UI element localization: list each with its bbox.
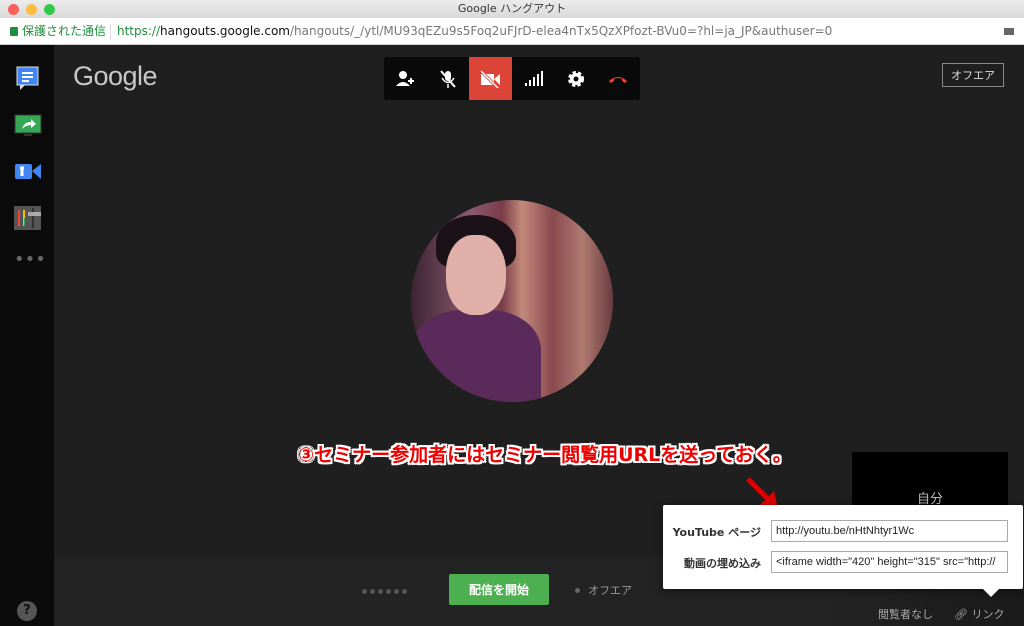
youtube-url-field[interactable] <box>771 520 1008 542</box>
mute-mic-button[interactable] <box>427 57 470 100</box>
google-logo: Google <box>73 61 158 91</box>
mic-off-icon <box>440 69 456 88</box>
embed-row: 動画の埋め込み <box>663 551 1023 575</box>
hang-up-button[interactable] <box>597 57 640 100</box>
start-broadcast-button[interactable]: 配信を開始 <box>449 574 549 605</box>
embed-label: 動画の埋め込み <box>684 557 761 570</box>
window-title: Google ハングアウト <box>457 2 567 15</box>
more-icon[interactable]: ••• <box>14 251 46 279</box>
camera-toggle-button[interactable] <box>469 57 512 100</box>
youtube-row: YouTube ページ <box>663 520 1023 544</box>
embed-code-field[interactable] <box>771 551 1008 573</box>
maximize-window-button[interactable] <box>44 4 55 15</box>
camera-settings-icon[interactable] <box>14 159 41 183</box>
loading-dots <box>362 589 407 594</box>
url-host: hangouts.google.com <box>160 24 290 38</box>
divider <box>110 23 111 40</box>
lock-icon <box>10 27 18 36</box>
link-icon: 🔗︎ <box>954 608 968 621</box>
status-badge: オフエア <box>942 63 1004 87</box>
security-label: 保護された通信 <box>22 24 107 38</box>
gear-icon <box>567 70 584 87</box>
signal-icon <box>525 70 544 86</box>
participant-avatar <box>411 200 613 402</box>
help-button[interactable]: ? <box>17 601 37 621</box>
youtube-page-label: YouTube ページ <box>672 526 761 539</box>
viewer-count: 閲覧者なし <box>878 608 933 621</box>
add-person-icon <box>396 70 415 86</box>
address-bar[interactable]: 保護された通信 https://hangouts.google.com/hang… <box>0 18 1024 45</box>
url-path: /hangouts/_/ytl/MU93qEZu9s5Foq2uFJrD-ele… <box>290 24 833 38</box>
call-stage: Google オフエア ③セミナー参加者にはセミナー閲覧用URLを送っておく。 … <box>54 45 1024 626</box>
control-room-icon[interactable] <box>14 205 41 230</box>
bandwidth-button[interactable] <box>512 57 555 100</box>
minimize-window-button[interactable] <box>26 4 37 15</box>
camera-off-icon <box>480 69 501 89</box>
broadcast-status: オフエア <box>575 582 632 598</box>
broadcast-status-label: オフエア <box>588 584 632 597</box>
screenshare-icon[interactable] <box>14 113 42 137</box>
hang-up-icon <box>609 76 628 83</box>
annotation-text: ③セミナー参加者にはセミナー閲覧用URLを送っておく。 <box>298 444 792 466</box>
links-popup: YouTube ページ 動画の埋め込み <box>663 505 1023 597</box>
sidebar: ••• ? <box>0 45 54 626</box>
url-scheme: https:// <box>117 24 161 38</box>
call-toolbar <box>384 57 640 100</box>
chat-icon[interactable] <box>14 65 40 90</box>
camera-icon[interactable] <box>1004 28 1014 35</box>
status-dot-icon <box>575 587 580 593</box>
url-text[interactable]: https://hangouts.google.com/hangouts/_/y… <box>117 18 832 45</box>
security-indicator[interactable]: 保護された通信 <box>10 18 106 45</box>
settings-button[interactable] <box>554 57 597 100</box>
invite-button[interactable] <box>384 57 427 100</box>
links-label: リンク <box>971 608 1005 621</box>
links-button[interactable]: 🔗︎ リンク <box>954 606 1004 622</box>
close-window-button[interactable] <box>8 4 19 15</box>
title-bar: Google ハングアウト <box>0 0 1024 18</box>
